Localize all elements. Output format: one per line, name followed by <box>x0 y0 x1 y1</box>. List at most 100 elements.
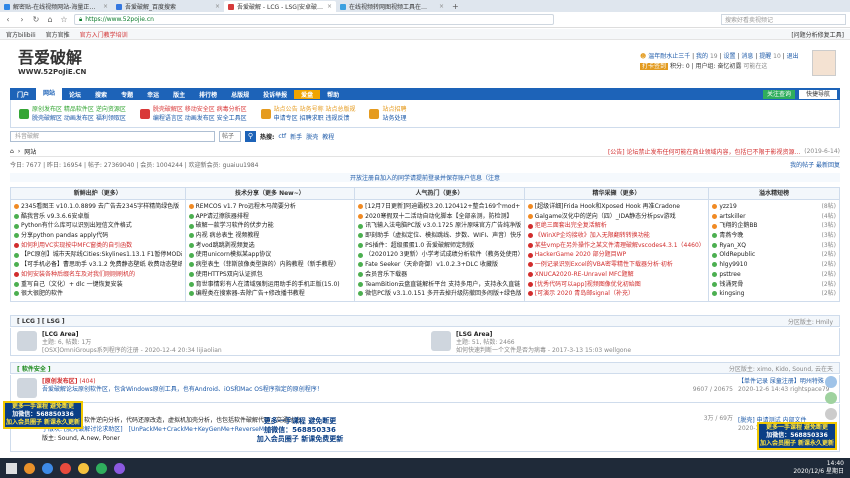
thread-link[interactable]: 微信PC版 v3.1.0.151 多开去掉升级防撤回多闹版+绿色版（精修版） <box>358 289 521 299</box>
thread-link[interactable]: 考vod跳跳剥视频复选 <box>188 241 352 251</box>
taskbar-app-icon[interactable] <box>24 462 35 474</box>
home-icon[interactable]: ⌂ <box>46 15 54 24</box>
hot-search-link[interactable]: 脱壳 <box>306 132 318 141</box>
thread-link[interactable]: OldRepublic (2帖) <box>712 250 836 260</box>
thread-link[interactable]: hlgy9910 (2帖) <box>712 260 836 270</box>
thread-link[interactable]: 一例记录识别Excel的VBA密零精性下载器分析·初析 <box>527 260 706 270</box>
thread-link[interactable]: 《WinXP企均接收》加入无限翻转转换功能 <box>527 231 706 241</box>
browser-tab[interactable]: 吾爱破解 - LCG - LSG|安卓破… × <box>224 1 336 12</box>
thread-link[interactable]: [12月7日更新]阿迪霸权3.20.120412+整合169个mod+167条事 <box>358 202 521 212</box>
bookmark-item[interactable]: 官方入门教学培训 <box>80 30 128 39</box>
thread-link[interactable]: 分享python pandas apply代码 <box>14 231 182 241</box>
taskbar-app-icon[interactable] <box>60 462 71 474</box>
thread-link[interactable]: 【PC原创】城市天际线Cities:Skylines1.13.1 F1暂停MOD… <box>14 250 182 260</box>
thread-link[interactable]: 酷我音乐 v9.3.6.6安卓版 <box>14 212 182 222</box>
qq-icon[interactable] <box>825 376 837 388</box>
thread-link[interactable]: [超级详细]Frida Hook和Xposed Hook 再准Cradone <box>527 202 706 212</box>
nav-item[interactable]: 网站 <box>36 88 63 100</box>
bookmark-item[interactable]: 官方bilibili <box>6 30 36 39</box>
taskbar-app-icon[interactable] <box>42 462 53 474</box>
reload-icon[interactable]: ↻ <box>32 15 40 24</box>
browser-tab[interactable]: 吾爱破解_百度搜索 × <box>112 1 224 12</box>
thread-link[interactable]: 会员音乐下载器 <box>358 270 521 280</box>
home-icon[interactable]: ⌂ <box>10 148 14 155</box>
forum-item[interactable]: [LCG Area] 主题: 6, 帖数: 1万 [OSX]OmniGroups… <box>11 328 425 355</box>
thread-link[interactable]: Galgame汉化中的逆向（四）_IDA静态分析psv游戏 <box>527 212 706 222</box>
thread-link[interactable]: 编程类在搜索器-去除广告+修改播书教程 <box>188 289 352 299</box>
start-icon[interactable] <box>6 462 17 474</box>
repair-tool-link[interactable]: [问题分析修复工具] <box>791 30 844 39</box>
nav-item[interactable]: 论坛 <box>62 90 88 99</box>
notice-bar[interactable]: 开放注册自加入的同学请提前登录并保存账户信息（注意 <box>10 173 840 182</box>
thread-link[interactable]: 内视 病总表生 视频教程 <box>188 231 352 241</box>
thread-link[interactable]: TeamBition云盘直链解析平台 支持多用户，支持永久直链，支 <box>358 280 521 290</box>
forum-row-original[interactable]: [原创发布区] (404) 吾爱破解论坛原创软件区，包含Windows原创工具，… <box>10 375 840 403</box>
thread-link[interactable]: PS插件：超级蛋蛋1.0 吾爱破解师定制版 <box>358 241 521 251</box>
new-tab-icon[interactable]: + <box>452 2 459 11</box>
forum-item[interactable]: [LSG Area] 主题: 51, 帖数: 2466 如何快速判断一个文件是否… <box>425 328 839 355</box>
nav-item[interactable]: 帮助 <box>320 90 346 99</box>
thread-link[interactable]: [可演示 2020 青岛邮signal（补充） <box>527 289 706 299</box>
thread-link[interactable]: kingsing (2帖) <box>712 289 836 299</box>
subnav-link-row[interactable]: 脱壳破解区 动画发布区 福利领取区 <box>32 114 126 123</box>
thread-link[interactable]: （2020120 3更新）小学考试成绩分析软件（教务处使用） <box>358 250 521 260</box>
close-icon[interactable]: × <box>103 3 108 10</box>
browser-search-input[interactable]: 搜索好看卖视频记 <box>721 14 846 25</box>
quick-nav-button[interactable]: 快捷导航 <box>798 89 837 99</box>
subnav-link-row[interactable]: 申请专区 招聘求职 违规反馈 <box>274 114 356 123</box>
nav-item[interactable]: 爱盘 <box>294 89 321 99</box>
subnav-link-row[interactable]: 脱壳破解区 移动安全区 病毒分析区 <box>153 105 247 114</box>
thread-link[interactable]: 病型表生（菲斯放像类型旗的）内购教程（新手教程） <box>188 260 352 270</box>
thread-link[interactable]: 2345看图王 v10.1.0.8899 去广告去2345字样精简绿色版【12. <box>14 202 182 212</box>
thread-link[interactable]: 钱涌死骨 (2帖) <box>712 280 836 290</box>
breadcrumb-item[interactable]: 网站 <box>24 147 36 156</box>
browser-tab[interactable]: 解密贴-在线视频网站-海量正… × <box>0 1 112 12</box>
thread-link[interactable]: 使用HTTPS双向认证抓包 <box>188 270 352 280</box>
nav-item[interactable]: 专题 <box>114 90 140 99</box>
thread-link[interactable]: Python有什么库可以识别出短信文件格式 <box>14 221 182 231</box>
taskbar-app-icon[interactable] <box>78 462 89 474</box>
taskbar-app-icon[interactable] <box>96 462 107 474</box>
back-icon[interactable]: ‹ <box>4 15 12 24</box>
site-search-input[interactable]: 抖音破解 <box>10 130 215 142</box>
url-field[interactable]: 🔒︎ https://www.52pojie.cn <box>74 14 554 25</box>
thread-link[interactable]: REMCOS v1.7 Pro远程木马简要分析 <box>188 202 352 212</box>
column-header[interactable]: 人气热门（更多） <box>355 188 524 200</box>
column-header[interactable]: 新鲜出炉（更多） <box>11 188 185 200</box>
subnav-link-row[interactable]: 编程语言区 动画发布区 安全工具区 <box>153 114 247 123</box>
user-link[interactable]: 提醒 <box>759 53 771 60</box>
nav-item[interactable]: 总版规 <box>224 90 256 99</box>
avatar[interactable] <box>812 50 836 76</box>
my-posts-link[interactable]: 我的帖子 最新回复 <box>790 160 840 169</box>
user-link[interactable]: 设置 <box>723 53 735 60</box>
thread-link[interactable]: Fate Seeker（天命奇御）v1.0.2.3+DLC 收藏版 <box>358 260 521 270</box>
site-logo[interactable]: 吾爱破解 WWW.52PoJiE.CN <box>18 44 93 84</box>
back-to-top-icon[interactable] <box>825 408 837 420</box>
checkin-badge[interactable]: 打卡签到 <box>640 63 669 70</box>
thread-link[interactable]: yzz19 (8帖) <box>712 202 836 212</box>
search-icon[interactable]: ⚲ <box>245 130 256 142</box>
thread-link[interactable]: 【可手机必备】曹思助手 v3.1.2 免费静态壁纸 收费动态壁纸 <box>14 260 182 270</box>
thread-link[interactable]: APP请过擦肤器排程 <box>188 212 352 222</box>
browser-tab[interactable]: 在线视频转网图视频工具在… × <box>336 1 448 12</box>
thread-link[interactable]: 很大很肥的软件 <box>14 289 182 299</box>
thread-link[interactable]: 使用unicorn模拟某app协议 <box>188 250 352 260</box>
thread-link[interactable]: 破解一款学习软件的伏步力能 <box>188 221 352 231</box>
thread-link[interactable]: 讯飞输入法电脑PC版 v3.0.1725 原汁原味官方广告纯净版 <box>358 221 521 231</box>
subnav-link-row[interactable]: 站点招聘 <box>382 105 406 114</box>
subnav-link-row[interactable]: 站点公告 站务号称 站点总版规 <box>274 105 356 114</box>
user-link[interactable]: 我的 <box>696 53 708 60</box>
thread-link[interactable]: 即刻助手（虚拟定位、模拟跳线、步数、WIFI、声音）快乐派 <box>358 231 521 241</box>
thread-link[interactable]: 某些vmp在另外操作之某文件清理破解vscodes4.3.1（4460）分析 <box>527 241 705 251</box>
column-header[interactable]: 精华采撷（更多） <box>524 188 709 200</box>
forum-row-unpack[interactable]: [脱壳破解区] 吾爱破解论坛：软件逆向分析，代码还原改造，虚拟机加壳分析，也包括… <box>10 404 840 452</box>
system-clock[interactable]: 14:40 2020/12/6 星期日 <box>793 460 844 476</box>
nav-item[interactable]: 幸运 <box>140 90 166 99</box>
thread-link[interactable]: 拒绝三面套出完全复活解析 <box>527 221 706 231</box>
search-type-select[interactable]: 帖子 <box>219 130 241 142</box>
column-header[interactable]: 技术分享（更多 New~） <box>185 188 355 200</box>
logout-link[interactable]: 退出 <box>787 53 799 60</box>
hot-search-link[interactable]: 教程 <box>322 132 334 141</box>
follow-button[interactable]: 关注查询 <box>762 89 795 99</box>
bookmark-item[interactable]: 官方官推 <box>46 30 70 39</box>
